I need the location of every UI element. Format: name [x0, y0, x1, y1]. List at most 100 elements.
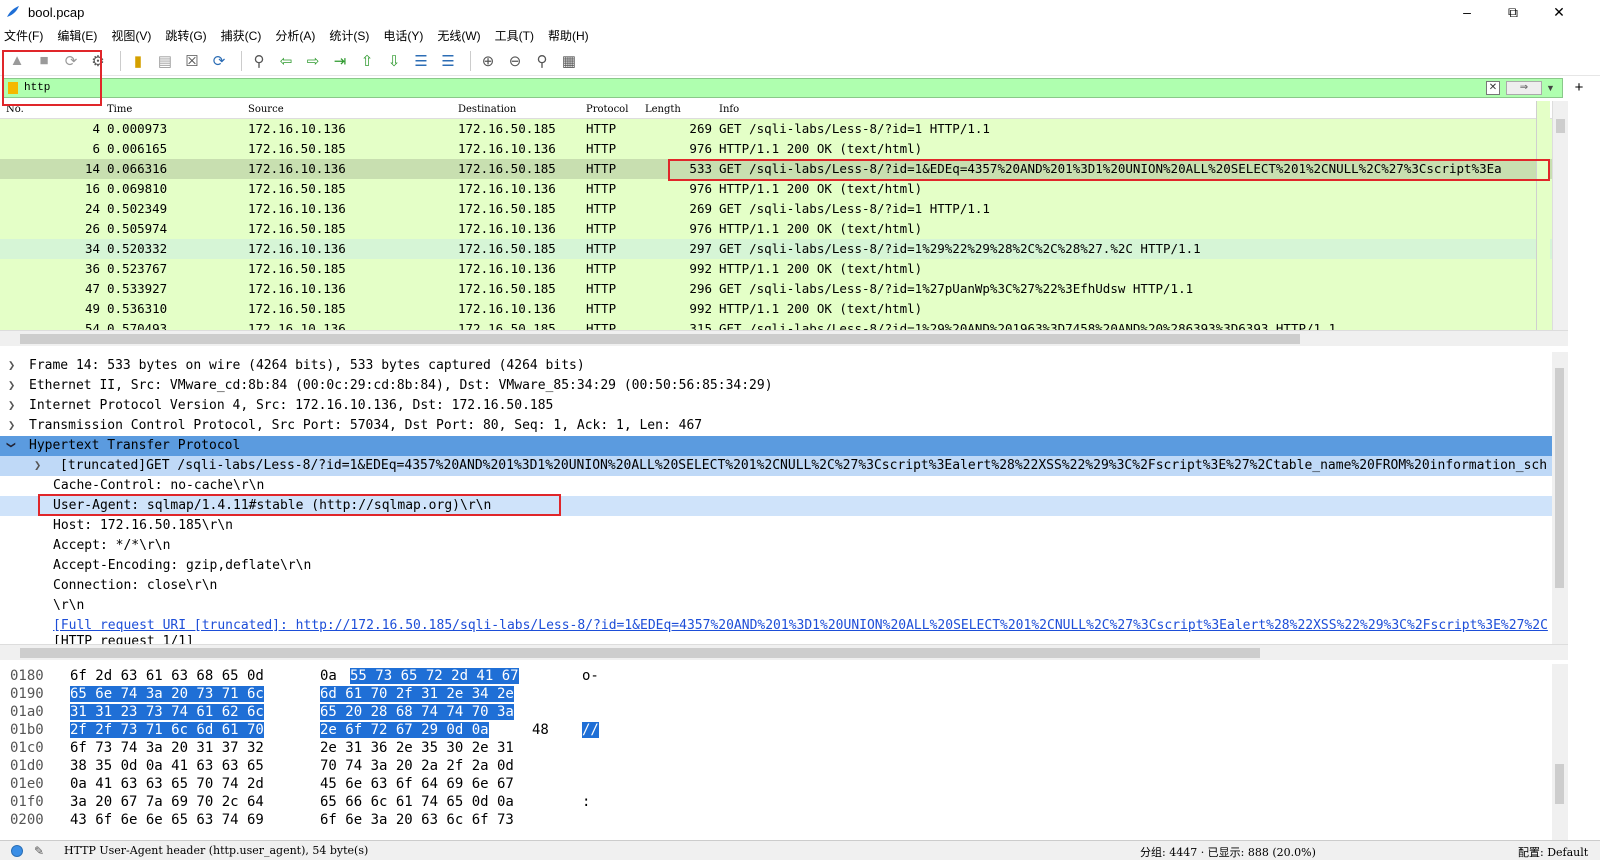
tree-item-host[interactable]: Host: 172.16.50.185\r\n [0, 516, 1552, 536]
tree-item-request-line[interactable]: ❯ [truncated]GET /sqli-labs/Less-8/?id=1… [0, 456, 1552, 476]
tree-item-tcp[interactable]: ❯ Transmission Control Protocol, Src Por… [0, 416, 1552, 436]
column-source[interactable]: Source [248, 104, 284, 115]
column-info[interactable]: Info [719, 104, 739, 115]
tree-item-connection[interactable]: Connection: close\r\n [0, 576, 1552, 596]
menu-view[interactable]: 视图(V) [111, 27, 151, 44]
hex-row[interactable]: 01c0 6f 73 74 3a 20 31 37 32 2e 31 36 2e 3… [0, 740, 1552, 758]
tree-item-ip[interactable]: ❯ Internet Protocol Version 4, Src: 172.… [0, 396, 1552, 416]
scroll-thumb[interactable] [1555, 764, 1564, 804]
normal-size-icon[interactable]: ⚲ [531, 50, 553, 72]
title-bar: bool.pcap [0, 0, 1600, 24]
profile-label[interactable]: 配置: Default [1518, 844, 1588, 860]
hex-row[interactable]: 01b0 2f 2f 73 71 6c 6d 61 70 2e 6f 72 67… [0, 722, 1552, 740]
expand-arrow-icon[interactable]: ❯ [34, 458, 41, 472]
add-filter-button[interactable]: + [1569, 78, 1589, 98]
colorize-icon[interactable]: ☰ [437, 50, 459, 72]
window-title: bool.pcap [28, 4, 85, 20]
packet-row[interactable]: 16 0.069810 172.16.50.185 172.16.10.136 HTTP… [0, 179, 1552, 199]
menu-file[interactable]: 文件(F) [4, 27, 43, 44]
expand-arrow-icon[interactable]: ❯ [8, 418, 15, 432]
hex-row[interactable]: 01d0 38 35 0d 0a 41 63 63 65 70 74 3a 20 2… [0, 758, 1552, 776]
auto-scroll-icon[interactable]: ☰ [410, 50, 432, 72]
filter-history-dropdown-icon[interactable]: ▼ [1546, 81, 1558, 95]
packet-list-vertical-scrollbar[interactable] [1552, 101, 1568, 330]
details-horizontal-scrollbar[interactable] [0, 644, 1568, 660]
packet-row[interactable]: 26 0.505974 172.16.50.185 172.16.10.136 HTTP… [0, 219, 1552, 239]
packet-list: 4 0.000973 172.16.10.136 172.16.50.185 HTTP 2… [0, 119, 1552, 330]
packet-row[interactable]: 6 0.006165 172.16.50.185 172.16.10.136 HTTP 9… [0, 139, 1552, 159]
hex-row[interactable]: 0180 6f 2d 63 61 63 68 65 0d 0a 55 73 65… [0, 668, 1552, 686]
packet-row[interactable]: 47 0.533927 172.16.10.136 172.16.50.185 HTTP… [0, 279, 1552, 299]
scroll-thumb[interactable] [20, 334, 1300, 344]
last-packet-icon[interactable]: ⇩ [383, 50, 405, 72]
packet-row[interactable]: 49 0.536310 172.16.50.185 172.16.10.136 HTTP… [0, 299, 1552, 319]
scroll-thumb[interactable] [20, 648, 1260, 658]
save-file-icon[interactable]: ▤ [154, 50, 176, 72]
column-destination[interactable]: Destination [458, 104, 516, 115]
edit-comment-icon[interactable]: ✎ [34, 844, 44, 858]
menu-statistics[interactable]: 统计(S) [329, 27, 369, 44]
maximize-button[interactable]: ⧉ [1490, 0, 1536, 24]
clear-filter-icon[interactable]: ✕ [1486, 81, 1500, 95]
tree-item-ethernet[interactable]: ❯ Ethernet II, Src: VMware_cd:8b:84 (00:… [0, 376, 1552, 396]
column-length[interactable]: Length [645, 104, 681, 115]
find-packet-icon[interactable]: ⚲ [248, 50, 270, 72]
reload-file-icon[interactable]: ⟳ [208, 50, 230, 72]
go-to-packet-icon[interactable]: ⇥ [329, 50, 351, 72]
full-request-uri-link[interactable]: [Full request URI [truncated]: http://17… [53, 618, 1548, 633]
tree-item-cache-control[interactable]: Cache-Control: no-cache\r\n [0, 476, 1552, 496]
zoom-out-icon[interactable]: ⊖ [504, 50, 526, 72]
hex-row[interactable]: 01f0 3a 20 67 7a 69 70 2c 64 65 66 6c 61 7… [0, 794, 1552, 812]
packet-row[interactable]: 54 0.570493 172.16.10.136 172.16.50.185 HTTP… [0, 319, 1552, 330]
bytes-vertical-scrollbar[interactable] [1552, 664, 1568, 840]
display-filter-input[interactable] [24, 82, 1424, 94]
packet-bytes-pane: 0180 6f 2d 63 61 63 68 65 0d 0a 55 73 65… [0, 668, 1552, 838]
tree-item-frame[interactable]: ❯ Frame 14: 533 bytes on wire (4264 bits… [0, 356, 1552, 376]
packet-row[interactable]: 36 0.523767 172.16.50.185 172.16.10.136 HTTP… [0, 259, 1552, 279]
packet-list-horizontal-scrollbar[interactable] [0, 330, 1568, 346]
packet-row[interactable]: 24 0.502349 172.16.10.136 172.16.50.185 HTTP… [0, 199, 1552, 219]
hex-row[interactable]: 0200 43 6f 6e 6e 65 63 74 69 6f 6e 3a 20 6… [0, 812, 1552, 830]
tree-item-http-request[interactable]: [HTTP request 1/1] [0, 632, 1552, 644]
tree-item-accept[interactable]: Accept: */*\r\n [0, 536, 1552, 556]
menu-edit[interactable]: 编辑(E) [57, 27, 97, 44]
collapse-arrow-icon[interactable]: ❯ [5, 441, 19, 448]
close-file-icon[interactable]: ☒ [181, 50, 203, 72]
minimize-button[interactable]: – [1444, 0, 1490, 24]
hex-row[interactable]: 01e0 0a 41 63 63 65 70 74 2d 45 6e 63 6f 6… [0, 776, 1552, 794]
column-protocol[interactable]: Protocol [586, 104, 628, 115]
expert-info-icon[interactable] [11, 845, 23, 857]
resize-columns-icon[interactable]: ▦ [558, 50, 580, 72]
menu-wireless[interactable]: 无线(W) [437, 27, 480, 44]
menu-tools[interactable]: 工具(T) [495, 27, 534, 44]
open-file-icon[interactable]: ▮ [127, 50, 149, 72]
hex-row[interactable]: 01a0 31 31 23 73 74 61 62 6c 65 20 28 68… [0, 704, 1552, 722]
packet-row[interactable]: 34 0.520332 172.16.10.136 172.16.50.185 HTTP… [0, 239, 1552, 259]
go-back-icon[interactable]: ⇦ [275, 50, 297, 72]
tree-item-crlf[interactable]: \r\n [0, 596, 1552, 616]
packet-minimap[interactable] [1536, 101, 1550, 330]
menu-analyze[interactable]: 分析(A) [275, 27, 315, 44]
details-vertical-scrollbar[interactable] [1552, 352, 1568, 644]
first-packet-icon[interactable]: ⇧ [356, 50, 378, 72]
zoom-in-icon[interactable]: ⊕ [477, 50, 499, 72]
display-filter-field[interactable]: ✕ ⇒ ▼ [3, 78, 1563, 98]
expand-arrow-icon[interactable]: ❯ [8, 358, 15, 372]
menu-telephony[interactable]: 电话(Y) [383, 27, 423, 44]
display-filter-bar: ✕ ⇒ ▼ [0, 78, 1600, 98]
scroll-thumb[interactable] [1555, 368, 1564, 588]
column-time[interactable]: Time [107, 104, 132, 115]
close-button[interactable]: ✕ [1536, 0, 1582, 24]
tree-item-accept-encoding[interactable]: Accept-Encoding: gzip,deflate\r\n [0, 556, 1552, 576]
hex-row[interactable]: 0190 65 6e 74 3a 20 73 71 6c 6d 61 70 2f… [0, 686, 1552, 704]
scroll-thumb[interactable] [1556, 119, 1565, 133]
apply-filter-icon[interactable]: ⇒ [1506, 81, 1542, 95]
packet-row[interactable]: 4 0.000973 172.16.10.136 172.16.50.185 HTTP 2… [0, 119, 1552, 139]
expand-arrow-icon[interactable]: ❯ [8, 378, 15, 392]
menu-capture[interactable]: 捕获(C) [221, 27, 262, 44]
menu-help[interactable]: 帮助(H) [548, 27, 589, 44]
go-forward-icon[interactable]: ⇨ [302, 50, 324, 72]
menu-go[interactable]: 跳转(G) [165, 27, 206, 44]
tree-item-http[interactable]: ❯ Hypertext Transfer Protocol [0, 436, 1552, 456]
expand-arrow-icon[interactable]: ❯ [8, 398, 15, 412]
